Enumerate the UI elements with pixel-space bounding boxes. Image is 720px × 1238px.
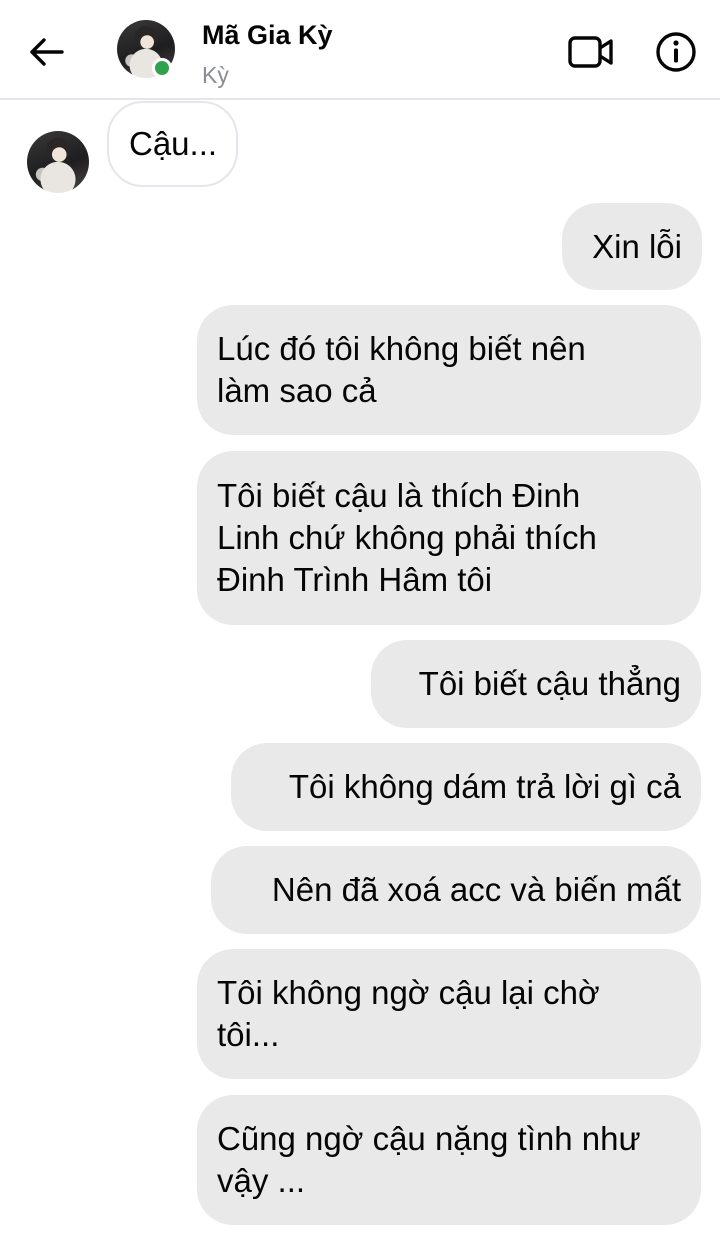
- message-text: Nên đã xoá acc và biến mất: [271, 871, 681, 908]
- arrow-left-icon: [30, 38, 64, 66]
- info-button[interactable]: [652, 28, 700, 76]
- message-text: Xin lỗi: [592, 227, 682, 265]
- info-circle-icon: [656, 32, 696, 72]
- contact-name[interactable]: Mã Gia Kỳ: [202, 20, 333, 51]
- message-text: Cậu...: [129, 125, 218, 162]
- message-bubble-outgoing[interactable]: Xin lỗi: [562, 203, 702, 290]
- contact-subtitle: Kỳ: [202, 62, 229, 88]
- message-bubble-outgoing[interactable]: Nên đã xoá acc và biến mất: [211, 846, 701, 934]
- message-bubble-outgoing[interactable]: Tôi biết cậu thẳng: [371, 640, 701, 728]
- message-bubble-outgoing[interactable]: Lúc đó tôi không biết nên làm sao cả: [197, 305, 701, 435]
- message-text: Lúc đó tôi không biết nên làm sao cả: [217, 330, 586, 409]
- message-text: Cũng ngờ cậu nặng tình như vậy ...: [217, 1120, 641, 1199]
- message-text: Tôi biết cậu là thích Đinh Linh chứ khôn…: [217, 477, 597, 598]
- sender-avatar[interactable]: [27, 131, 89, 193]
- message-text: Tôi không ngờ cậu lại chờ tôi...: [217, 974, 600, 1053]
- message-text: Tôi không dám trả lời gì cả: [288, 768, 681, 805]
- message-bubble-outgoing[interactable]: Tôi không dám trả lời gì cả: [231, 743, 701, 831]
- message-bubble-outgoing[interactable]: Tôi không ngờ cậu lại chờ tôi...: [197, 949, 701, 1079]
- message-text: Tôi biết cậu thẳng: [418, 665, 681, 702]
- online-status-dot: [152, 58, 172, 78]
- back-button[interactable]: [22, 32, 70, 72]
- chat-screen: Mã Gia Kỳ Kỳ Cậu... Xin lỗi Lúc đó tôi k…: [0, 0, 720, 1238]
- message-bubble-outgoing[interactable]: Tôi biết cậu là thích Đinh Linh chứ khôn…: [197, 451, 701, 625]
- video-call-button[interactable]: [566, 30, 616, 74]
- message-bubble-outgoing[interactable]: Cũng ngờ cậu nặng tình như vậy ...: [197, 1095, 701, 1225]
- chat-header: Mã Gia Kỳ Kỳ: [0, 0, 720, 100]
- video-camera-icon: [568, 36, 613, 68]
- message-bubble-incoming[interactable]: Cậu...: [107, 101, 238, 187]
